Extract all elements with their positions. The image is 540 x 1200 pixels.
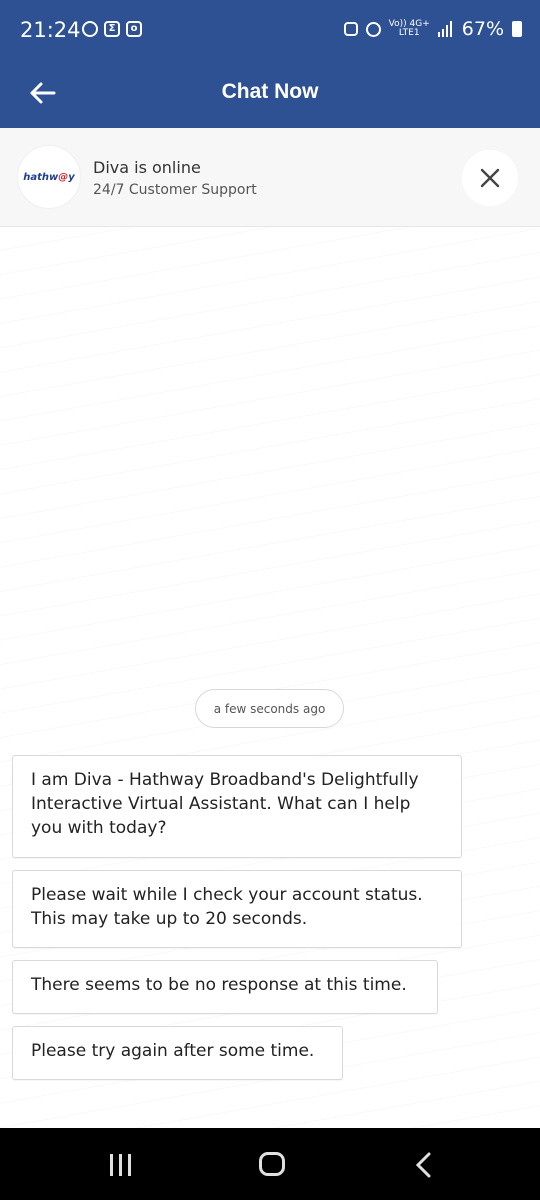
recents-icon bbox=[110, 1154, 113, 1176]
page-title: Chat Now bbox=[221, 80, 319, 103]
nav-back-button[interactable] bbox=[414, 1152, 434, 1182]
battery-percent: 67% bbox=[461, 18, 504, 40]
close-chat-button[interactable] bbox=[462, 150, 518, 206]
notification-icons: Σ o bbox=[82, 21, 142, 37]
logo-text: hathw@y bbox=[23, 171, 75, 183]
status-time: 21:24 bbox=[20, 18, 81, 42]
agent-status: Diva is online bbox=[93, 158, 201, 177]
system-nav-bar bbox=[0, 1128, 540, 1200]
bot-message: There seems to be no response at this ti… bbox=[12, 960, 438, 1014]
alarm-icon bbox=[365, 21, 381, 37]
agent-subtitle: 24/7 Customer Support bbox=[93, 182, 257, 198]
app-bar: Chat Now bbox=[0, 58, 540, 128]
sigma-notification-icon: Σ bbox=[104, 21, 120, 37]
chevron-left-icon bbox=[415, 1152, 431, 1178]
message-timestamp: a few seconds ago bbox=[195, 689, 344, 728]
bot-message: I am Diva - Hathway Broadband's Delightf… bbox=[12, 755, 462, 858]
signal-icon bbox=[437, 21, 452, 37]
app-notification-icon: o bbox=[126, 21, 142, 37]
hathway-logo: hathw@y bbox=[18, 146, 80, 208]
chat-area[interactable]: a few seconds ago I am Diva - Hathway Br… bbox=[0, 227, 540, 1128]
battery-saver-icon bbox=[343, 22, 358, 36]
status-right: Vo)) 4G+ LTE1 67% bbox=[343, 18, 522, 40]
recents-button[interactable] bbox=[110, 1154, 131, 1176]
link-notification-icon bbox=[82, 21, 98, 37]
status-bar: 21:24 Σ o Vo)) 4G+ LTE1 67% bbox=[0, 0, 540, 58]
agent-header: hathw@y Diva is online 24/7 Customer Sup… bbox=[0, 128, 540, 227]
close-icon bbox=[480, 168, 500, 188]
bot-message: Please try again after some time. bbox=[12, 1026, 343, 1080]
network-indicator: Vo)) 4G+ LTE1 bbox=[388, 19, 430, 38]
bot-message: Please wait while I check your account s… bbox=[12, 870, 462, 948]
home-button[interactable] bbox=[259, 1152, 285, 1176]
battery-icon bbox=[512, 21, 522, 37]
